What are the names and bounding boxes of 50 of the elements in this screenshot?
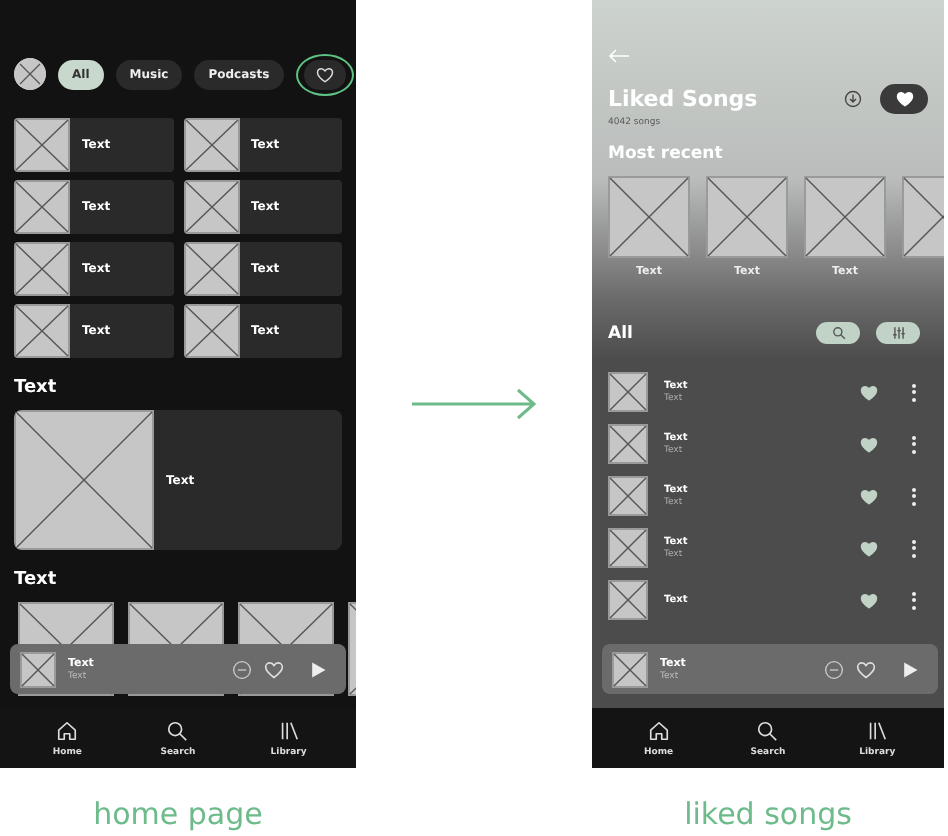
play-icon[interactable] <box>900 659 920 679</box>
section-heading: Text <box>14 378 59 398</box>
search-icon <box>831 326 845 340</box>
image-placeholder <box>612 651 648 687</box>
image-placeholder <box>608 476 648 516</box>
image-placeholder <box>14 410 154 550</box>
like-button[interactable] <box>880 84 928 114</box>
image-placeholder <box>608 424 648 464</box>
heart-icon[interactable] <box>315 65 334 83</box>
minus-circle-icon[interactable] <box>232 659 252 679</box>
flow-arrow <box>410 388 538 420</box>
image-placeholder <box>14 242 70 296</box>
search-icon[interactable] <box>756 719 779 741</box>
image-placeholder <box>706 176 788 258</box>
heart-icon[interactable] <box>860 383 878 401</box>
heart-icon[interactable] <box>860 539 878 557</box>
screen-caption: home page <box>93 796 263 832</box>
play-icon[interactable] <box>308 659 328 679</box>
heart-icon[interactable] <box>860 435 878 453</box>
image-placeholder <box>183 180 239 234</box>
playlist-title: Liked Songs <box>608 86 758 112</box>
image-placeholder <box>608 176 690 258</box>
download-icon[interactable] <box>844 90 862 108</box>
sliders-icon <box>891 326 905 340</box>
image-placeholder <box>608 580 648 620</box>
liked-filter-chip[interactable] <box>303 59 346 89</box>
search-button[interactable] <box>816 322 860 344</box>
avatar[interactable] <box>14 58 46 90</box>
minus-circle-icon[interactable] <box>824 659 844 679</box>
library-icon[interactable] <box>277 719 300 741</box>
image-placeholder <box>183 304 239 358</box>
heart-icon[interactable] <box>860 591 878 609</box>
image-placeholder <box>608 528 648 568</box>
search-icon[interactable] <box>166 719 189 741</box>
section-heading: Text <box>14 570 59 590</box>
image-placeholder <box>14 118 70 172</box>
library-icon[interactable] <box>866 719 889 741</box>
image-placeholder <box>608 372 648 412</box>
section-heading: All <box>608 323 633 343</box>
image-placeholder <box>183 118 239 172</box>
image-placeholder <box>183 242 239 296</box>
image-placeholder <box>804 176 886 258</box>
image-placeholder <box>14 180 70 234</box>
screen-caption: liked songs <box>684 796 852 832</box>
section-heading: Most recent <box>608 144 725 164</box>
filter-button[interactable] <box>876 322 920 344</box>
home-icon[interactable] <box>56 719 79 741</box>
image-placeholder <box>14 304 70 358</box>
home-icon[interactable] <box>647 719 670 741</box>
heart-icon[interactable] <box>860 487 878 505</box>
